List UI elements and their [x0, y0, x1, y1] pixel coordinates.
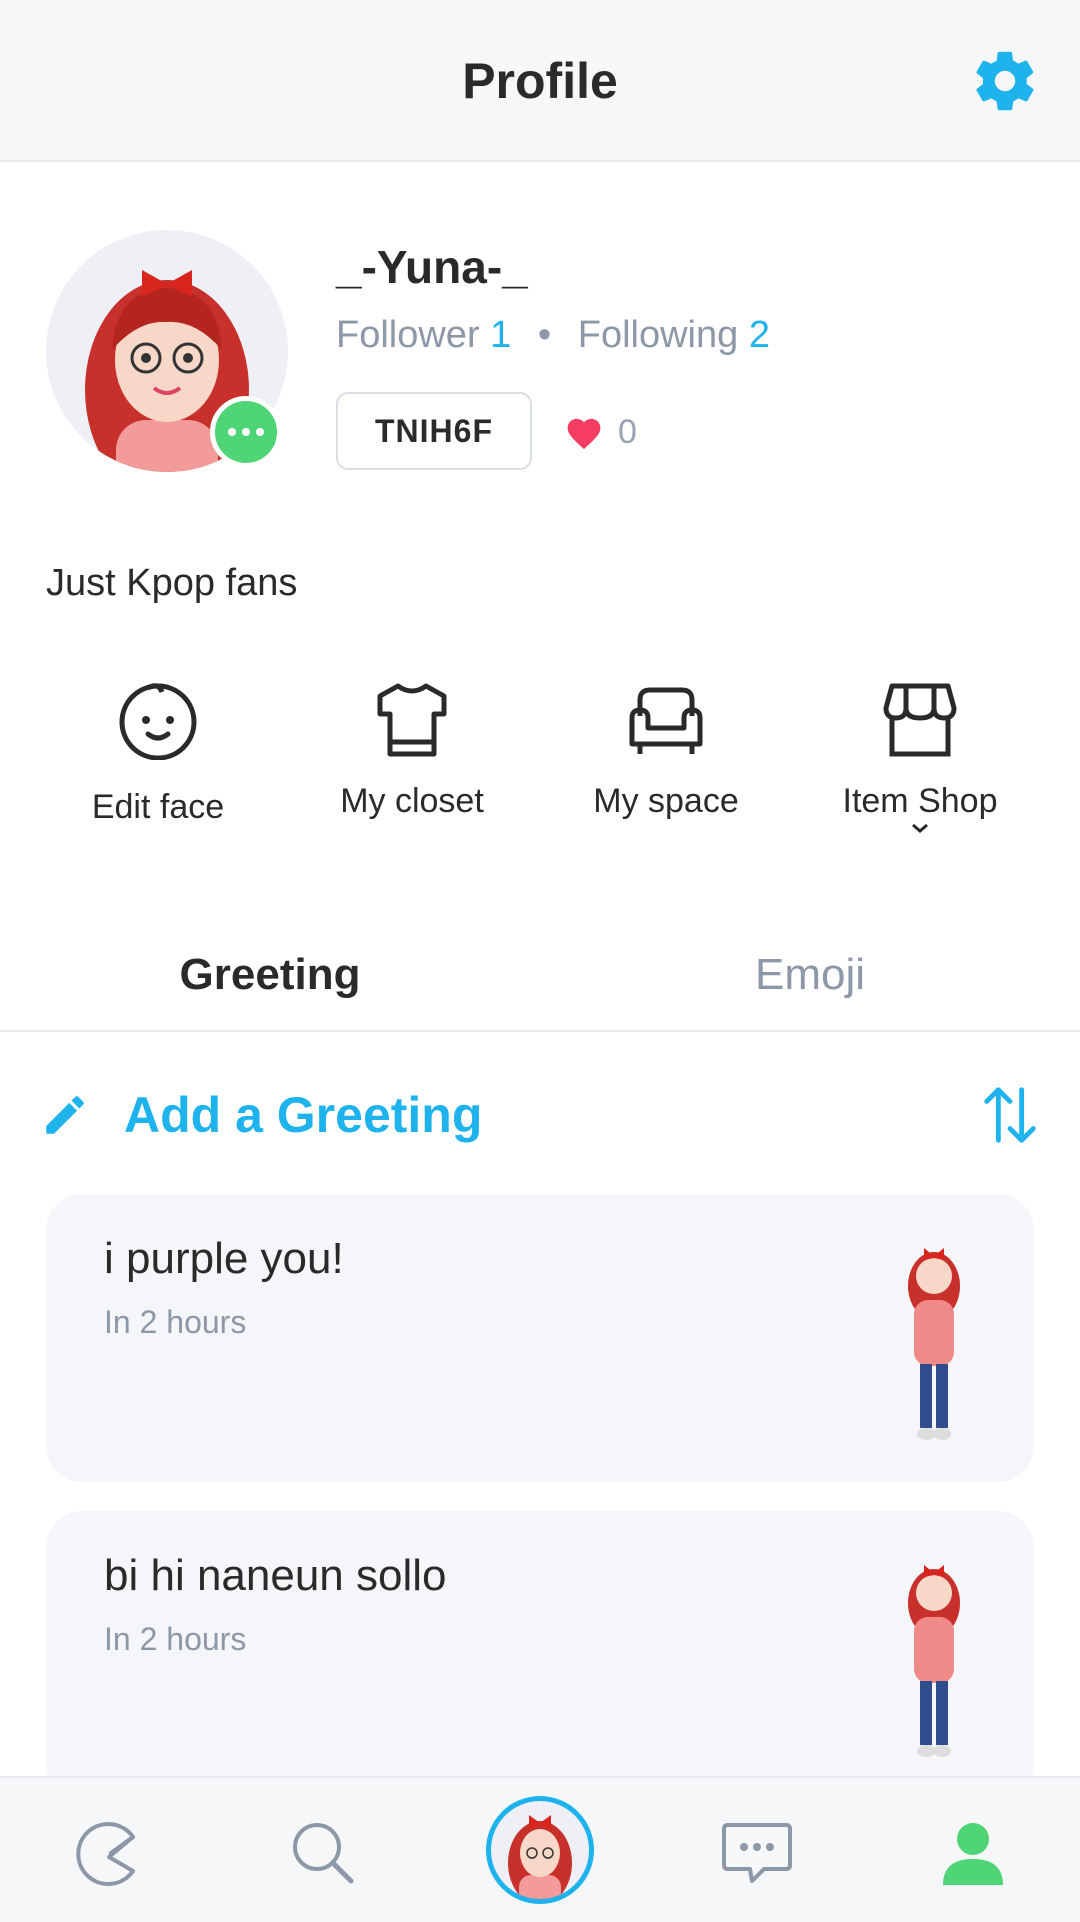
tab-bar: Greeting Emoji — [0, 920, 1080, 1032]
greeting-time: In 2 hours — [104, 1621, 247, 1657]
profile-bio: Just Kpop fans — [46, 562, 298, 604]
edit-face-button[interactable]: Edit face — [58, 680, 258, 827]
gear-icon[interactable] — [970, 46, 1040, 116]
like-counter[interactable]: 0 — [564, 410, 637, 454]
shop-icon — [883, 683, 957, 757]
add-greeting-button[interactable]: Add a Greeting — [40, 1080, 482, 1150]
following-label[interactable]: Following — [578, 314, 739, 356]
shirt-icon — [377, 683, 447, 757]
chevron-down-icon — [912, 823, 928, 833]
greeting-card[interactable]: i purple you! In 2 hours — [46, 1194, 1034, 1482]
separator-dot: • — [537, 314, 552, 356]
username: _-Yuna-_ — [336, 241, 528, 293]
item-shop-label: Item Shop — [842, 782, 998, 820]
follow-stats: Follower 1 • Following 2 — [336, 314, 770, 357]
nav-profile[interactable] — [928, 1808, 1018, 1898]
heart-icon — [567, 418, 601, 450]
nav-avatar[interactable] — [486, 1796, 594, 1904]
action-label: My closet — [340, 782, 484, 820]
status-options-button[interactable] — [210, 396, 282, 468]
tab-emoji[interactable]: Emoji — [540, 920, 1080, 1030]
nav-chat[interactable] — [712, 1808, 802, 1898]
nav-search[interactable] — [278, 1808, 368, 1898]
greeting-card[interactable]: bi hi naneun sollo In 2 hours — [46, 1511, 1034, 1799]
add-greeting-label: Add a Greeting — [124, 1087, 483, 1143]
header-bar: Profile — [0, 0, 1080, 162]
avatar-icon — [508, 1815, 572, 1899]
face-icon — [119, 683, 197, 760]
person-icon — [943, 1823, 1003, 1885]
greeting-time: In 2 hours — [104, 1304, 247, 1340]
like-count: 0 — [618, 412, 637, 451]
greeting-text: bi hi naneun sollo — [104, 1551, 447, 1600]
sort-icon[interactable] — [980, 1082, 1040, 1148]
action-label: Item Shop — [820, 782, 1020, 835]
avatar-figure — [908, 1565, 960, 1757]
pencil-icon — [46, 1096, 84, 1134]
search-icon — [293, 1823, 354, 1884]
follower-count[interactable]: 1 — [490, 314, 511, 356]
follower-label[interactable]: Follower — [336, 314, 480, 356]
bottom-nav — [0, 1776, 1080, 1922]
page-title: Profile — [462, 53, 618, 109]
nav-home[interactable] — [62, 1808, 152, 1898]
item-shop-button[interactable]: Item Shop — [820, 680, 1020, 835]
user-code-button[interactable]: TNIH6F — [336, 392, 532, 470]
greeting-text: i purple you! — [104, 1234, 344, 1283]
avatar-figure — [908, 1248, 960, 1440]
tab-greeting[interactable]: Greeting — [0, 920, 540, 1030]
action-label: My space — [593, 782, 739, 820]
chat-icon — [722, 1823, 792, 1883]
sofa-icon — [629, 687, 703, 754]
my-closet-button[interactable]: My closet — [312, 680, 512, 821]
action-label: Edit face — [91, 788, 225, 826]
pacman-icon — [76, 1822, 135, 1886]
following-count[interactable]: 2 — [749, 314, 770, 356]
my-space-button[interactable]: My space — [566, 680, 766, 821]
